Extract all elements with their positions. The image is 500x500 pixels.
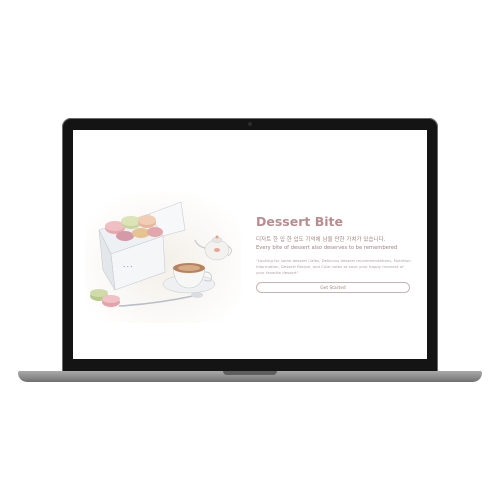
laptop-base bbox=[18, 371, 482, 382]
svg-text:• • •: • • • bbox=[123, 264, 133, 269]
laptop-screen: • • • Dessert Bite 디저트 한 입 한 입도 기억에 남을 만… bbox=[73, 130, 427, 359]
tagline-english: Every bite of dessert also deserves to b… bbox=[256, 245, 398, 251]
hero-description: "Looking for some dessert Cafes, Delicio… bbox=[256, 258, 411, 275]
page-canvas: • • • Dessert Bite 디저트 한 입 한 입도 기억에 남을 만… bbox=[0, 0, 500, 500]
tagline-korean: 디저트 한 입 한 입도 기억에 남을 만한 가치가 있습니다. bbox=[256, 237, 386, 243]
dessert-illustration: • • • bbox=[85, 192, 241, 323]
page-title: Dessert Bite bbox=[256, 214, 343, 229]
hero-content: Dessert Bite 디저트 한 입 한 입도 기억에 남을 만한 가치가 … bbox=[256, 214, 416, 293]
camera-icon bbox=[248, 122, 252, 126]
get-started-button[interactable]: Get Started bbox=[256, 282, 410, 293]
laptop-lid: • • • Dessert Bite 디저트 한 입 한 입도 기억에 남을 만… bbox=[62, 118, 438, 374]
laptop-notch bbox=[223, 371, 277, 375]
